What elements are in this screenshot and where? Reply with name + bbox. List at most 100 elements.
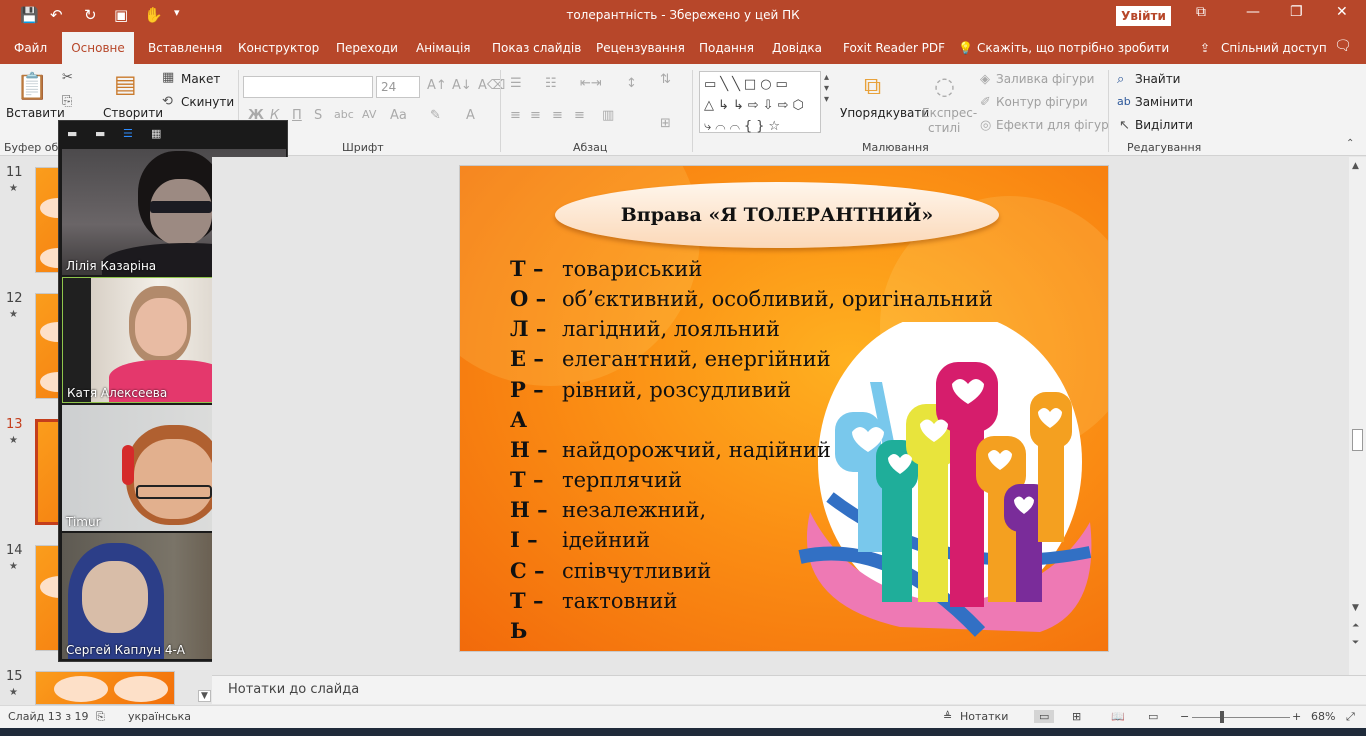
justify-icon[interactable]: ≡ <box>574 108 585 123</box>
collapse-ribbon-icon[interactable]: ⌃ <box>1346 138 1354 149</box>
change-case-icon[interactable]: Aa <box>390 108 407 123</box>
close-icon[interactable]: ✕ <box>1336 4 1348 20</box>
zoom-out-icon[interactable]: − <box>1180 710 1189 723</box>
shape-outline-button[interactable]: Контур фігури <box>996 95 1088 109</box>
comments-icon[interactable]: 🗨 <box>1334 38 1352 54</box>
arrange-button[interactable]: Упорядкувати <box>840 106 929 120</box>
font-size-field[interactable]: 24 <box>376 76 420 98</box>
tab-animations[interactable]: Анімація <box>416 41 471 55</box>
next-slide-icon[interactable]: ⏷ <box>1352 638 1359 648</box>
scroll-thumb[interactable] <box>1352 429 1363 451</box>
zoom-slider-thumb[interactable] <box>1220 711 1224 723</box>
zoom-level[interactable]: 68% <box>1311 710 1335 723</box>
tell-me-box[interactable]: Скажіть, що потрібно зробити <box>977 41 1169 55</box>
replace-button[interactable]: Замінити <box>1135 95 1193 109</box>
scroll-down-icon[interactable]: ▼ <box>1352 603 1359 613</box>
select-button[interactable]: Виділити <box>1135 118 1193 132</box>
quick-styles-button[interactable]: Експрес- <box>922 106 977 120</box>
notes-placeholder[interactable]: Нотатки до слайда <box>228 682 359 697</box>
bullets-icon[interactable]: ☰ <box>510 76 522 91</box>
tab-file[interactable]: Файл <box>14 41 47 55</box>
new-slide-button[interactable]: Створити <box>103 106 163 120</box>
tab-slideshow[interactable]: Показ слайдів <box>492 41 581 55</box>
cut-icon[interactable]: ✂ <box>62 70 73 85</box>
scroll-up-icon[interactable]: ▲ <box>1352 161 1359 171</box>
columns-icon[interactable]: ▥ <box>602 108 614 123</box>
arrange-icon[interactable]: ⧉ <box>864 72 881 100</box>
notes-toggle[interactable]: Нотатки <box>960 710 1008 723</box>
shapes-gallery[interactable]: ▭╲╲□○▭ △↳↳⇨⇩⇨⬡ ⤷⌒⌒{}☆ <box>699 71 821 134</box>
strikethrough-icon[interactable]: abc <box>334 108 354 121</box>
tab-design[interactable]: Конструктор <box>238 41 319 55</box>
copy-icon[interactable]: ⎘ <box>62 94 72 109</box>
ribbon-display-icon[interactable]: ⧉ <box>1196 4 1206 20</box>
sign-in-button[interactable]: Увійти <box>1116 6 1171 26</box>
view-minimize-icon[interactable]: ▬ <box>67 127 77 140</box>
effects-icon[interactable]: ◎ <box>980 118 991 133</box>
view-strip-icon[interactable]: ☰ <box>123 127 133 140</box>
slide-sorter-icon[interactable]: ⊞ <box>1072 710 1081 723</box>
clear-format-icon[interactable]: A⌫ <box>478 78 505 93</box>
view-speaker-icon[interactable]: ▬ <box>95 127 105 140</box>
minimize-icon[interactable]: — <box>1246 4 1260 20</box>
share-icon[interactable]: ⇪ <box>1200 41 1210 55</box>
spellcheck-icon[interactable]: ⎘ <box>96 710 105 724</box>
tab-help[interactable]: Довідка <box>772 41 822 55</box>
tab-foxit[interactable]: Foxit Reader PDF <box>843 41 945 55</box>
text-direction-icon[interactable]: ⇅ <box>660 72 671 87</box>
current-slide[interactable]: Вправа «Я ТОЛЕРАНТНИЙ» Т – товариський О … <box>459 165 1109 652</box>
notes-icon[interactable]: ≜ <box>943 710 952 723</box>
tab-review[interactable]: Рецензування <box>596 41 685 55</box>
slide-title[interactable]: Вправа «Я ТОЛЕРАНТНИЙ» <box>555 182 999 248</box>
replace-icon[interactable]: ab <box>1117 95 1131 108</box>
outline-icon[interactable]: ✐ <box>980 95 991 110</box>
tab-view[interactable]: Подання <box>699 41 754 55</box>
font-grow-icon[interactable]: A↑ <box>427 78 447 93</box>
highlight-icon[interactable]: ✎ <box>430 108 441 123</box>
font-name-field[interactable] <box>243 76 373 98</box>
tab-insert[interactable]: Вставлення <box>148 41 222 55</box>
paste-button[interactable]: Вставити <box>6 106 65 120</box>
fit-to-window-icon[interactable]: ⤢ <box>1346 710 1355 724</box>
maximize-icon[interactable]: ❐ <box>1290 4 1303 20</box>
shape-fill-button[interactable]: Заливка фігури <box>996 72 1094 86</box>
shadow-icon[interactable]: S <box>314 108 322 123</box>
reading-view-icon[interactable]: 📖 <box>1111 710 1125 723</box>
find-icon[interactable]: ⌕ <box>1117 72 1124 87</box>
new-slide-icon[interactable]: ▤ <box>114 70 137 98</box>
zoom-in-icon[interactable]: + <box>1292 710 1301 723</box>
notes-pane[interactable]: Нотатки до слайда <box>212 675 1366 704</box>
line-spacing-icon[interactable]: ↕ <box>626 76 637 91</box>
layout-button[interactable]: Макет <box>181 72 220 86</box>
reset-button[interactable]: Скинути <box>181 95 234 109</box>
reset-icon[interactable]: ⟲ <box>162 94 173 109</box>
thumb-scroll-down-icon[interactable]: ▼ <box>198 690 211 702</box>
font-shrink-icon[interactable]: A↓ <box>452 78 472 93</box>
fill-icon[interactable]: ◈ <box>980 72 990 87</box>
view-gallery-icon[interactable]: ▦ <box>151 127 161 140</box>
spacing-icon[interactable]: AV <box>362 108 376 121</box>
quick-styles-icon[interactable]: ◌ <box>934 72 955 100</box>
normal-view-icon[interactable]: ▭ <box>1034 710 1055 723</box>
layout-icon[interactable]: ▦ <box>162 70 174 85</box>
tab-home[interactable]: Основне <box>62 32 134 64</box>
vertical-scrollbar[interactable]: ▲ ▼ ⏶ ⏷ <box>1349 157 1366 675</box>
paste-icon[interactable]: 📋 <box>16 72 48 102</box>
indent-icon[interactable]: ⇤⇥ <box>580 76 602 91</box>
shape-effects-button[interactable]: Ефекти для фігур <box>996 118 1109 132</box>
find-button[interactable]: Знайти <box>1135 72 1180 86</box>
align-right-icon[interactable]: ≡ <box>552 108 563 123</box>
numbering-icon[interactable]: ☷ <box>545 76 557 91</box>
shapes-icon[interactable]: ▭╲╲□○▭ △↳↳⇨⇩⇨⬡ ⤷⌒⌒{}☆ <box>704 74 808 137</box>
align-center-icon[interactable]: ≡ <box>530 108 541 123</box>
gallery-scroll-icon[interactable]: ▴ ▾ ▾ <box>824 72 829 105</box>
previous-slide-icon[interactable]: ⏶ <box>1352 621 1359 631</box>
smartart-icon[interactable]: ⊞ <box>660 116 671 131</box>
language-indicator[interactable]: українська <box>128 710 191 723</box>
share-button[interactable]: Спільний доступ <box>1221 41 1327 55</box>
underline-icon[interactable]: П <box>292 108 302 123</box>
tab-transitions[interactable]: Переходи <box>336 41 398 55</box>
align-left-icon[interactable]: ≡ <box>510 108 521 123</box>
slideshow-view-icon[interactable]: ▭ <box>1148 710 1158 723</box>
zoom-slider[interactable] <box>1192 717 1290 718</box>
